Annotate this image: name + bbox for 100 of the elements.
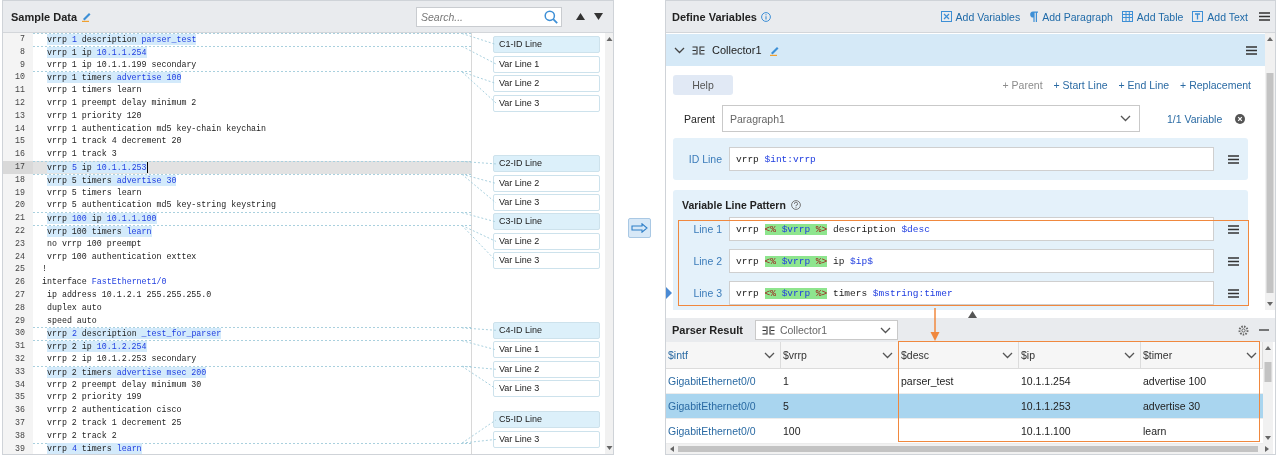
down-triangle-icon[interactable] [594,13,603,20]
add-link[interactable]: + Start Line [1053,79,1108,91]
column-header[interactable]: $ip [1019,342,1141,368]
column-header[interactable]: $intf [666,342,781,368]
add-link[interactable]: Add Paragraph [1042,10,1113,23]
code-line: vrrp 1 ip 10.1.1.199 secondary [45,58,198,71]
code-line: vrrp 2 track 2 [45,429,118,442]
pencil-icon[interactable] [81,11,93,22]
settings-icon[interactable] [1238,324,1249,336]
parent-dropdown[interactable]: Paragraph1 [722,105,1140,132]
chevron-down-icon[interactable] [879,326,891,334]
chevron-down-icon[interactable] [1246,351,1257,359]
scrollbar[interactable] [666,444,1273,454]
column-header[interactable]: $vrrp [781,342,899,368]
table-cell: GigabitEthernet0/0 [668,425,756,437]
line-tag[interactable]: C2-ID Line [493,155,600,173]
collector-icon [761,325,775,335]
code-line: duplex auto [45,301,103,314]
connector-arrow [930,308,940,341]
help-button[interactable]: Help [673,75,733,95]
code-line: vrrp 100 authentication exttex [45,250,198,263]
add-link[interactable]: Add Text [1207,10,1248,23]
line-tag[interactable]: Var Line 3 [493,252,600,270]
chevron-down-icon[interactable] [1002,351,1013,359]
table-cell: 1 [783,375,789,387]
line-tag[interactable]: Var Line 2 [493,174,600,192]
drag-handle-icon[interactable] [1228,224,1239,234]
field-label: Line 2 [692,255,723,267]
line-tag[interactable]: Var Line 3 [493,380,600,398]
field-label: Line 1 [692,223,723,235]
pattern-field[interactable]: vrrp <% $vrrp %> ip $ip$ [729,249,1214,273]
panel-title: Sample Data [11,10,78,23]
variable-count-link[interactable]: 1/1 Variable [1167,112,1223,125]
info-icon[interactable] [761,11,771,22]
add-link[interactable]: Add Table [1136,10,1184,23]
line-number: 15 [3,135,33,149]
drag-handle-icon[interactable] [1228,288,1239,298]
line-number: 26 [3,276,33,289]
apply-arrow-button[interactable] [628,217,651,238]
scrollbar[interactable] [1263,342,1273,444]
chevron-down-icon[interactable] [674,46,685,54]
text-box-icon [1192,11,1204,22]
table-cell: learn [1143,425,1167,437]
collector-dropdown[interactable]: Collector1 [754,320,898,340]
chevron-down-icon[interactable] [1120,115,1131,122]
line-tag[interactable]: Var Line 3 [493,94,600,112]
close-icon[interactable] [1235,113,1246,124]
line-number: 25 [3,263,33,277]
line-tag[interactable]: Var Line 2 [493,360,600,378]
line-tag[interactable]: Var Line 3 [493,194,600,212]
id-line-field[interactable]: vrrp $int:vrrp [729,147,1214,171]
line-tag[interactable]: Var Line 2 [493,232,600,250]
pattern-field[interactable]: vrrp <% $vrrp %> timers $mstring:timer [729,281,1214,305]
code-line: vrrp 1 timers learn [45,84,143,97]
add-link[interactable]: + End Line [1118,79,1170,91]
table-cell: GigabitEthernet0/0 [668,400,756,412]
menu-icon[interactable] [1259,12,1270,21]
help-icon[interactable] [790,200,801,210]
code-line: vrrp 2 priority 199 [45,391,143,404]
field-label: ID Line [687,153,723,165]
line-tag[interactable]: Var Line 2 [493,75,600,92]
chevron-down-icon[interactable] [1124,351,1135,359]
line-tag[interactable]: C1-ID Line [493,36,600,53]
collector-name: Collector1 [712,44,762,56]
chevron-down-icon[interactable] [882,351,893,359]
drag-handle-icon[interactable] [1228,256,1239,266]
scrollbar[interactable] [605,33,613,454]
line-tag[interactable]: C4-ID Line [493,321,600,339]
line-tag[interactable]: Var Line 1 [493,341,600,359]
line-tag[interactable]: C5-ID Line [493,411,600,429]
collector-header[interactable]: Collector1 [666,34,1265,66]
line-number: 7 [3,33,33,46]
scrollbar[interactable] [1265,33,1275,310]
table-row[interactable]: GigabitEthernet0/0 5 10.1.1.253 advertise 30 [666,394,1263,419]
line-tag[interactable]: Var Line 1 [493,55,600,73]
up-triangle-icon[interactable] [576,13,585,20]
line-number: 31 [3,340,33,353]
line-tag[interactable]: Var Line 3 [493,430,600,448]
collector-icon [692,45,705,55]
section-title: Variable Line Pattern [682,199,786,211]
code-line: ip address 10.1.2.1 255.255.255.0 [45,288,213,301]
line-tag[interactable]: C3-ID Line [493,213,600,231]
minimize-icon[interactable] [1259,328,1269,332]
search-icon[interactable] [544,9,558,24]
code-line: vrrp 2 preempt delay minimum 30 [45,378,203,391]
add-link[interactable]: + Replacement [1180,79,1251,91]
pencil-icon[interactable] [768,44,780,56]
x-box-icon [940,11,952,22]
table-cell: 5 [783,400,789,412]
menu-icon[interactable] [1246,45,1257,55]
column-header[interactable]: $desc [899,342,1019,368]
pilcrow-icon [1029,11,1039,22]
chevron-down-icon[interactable] [764,351,775,359]
add-link[interactable]: Add Variables [955,10,1021,23]
pattern-field[interactable]: vrrp <% $vrrp %> description $desc [729,217,1214,241]
code-line: vrrp 2 ip 10.1.2.253 secondary [45,352,198,365]
code-line: no vrrp 100 preempt [45,237,143,250]
search-field[interactable]: Search... [416,6,562,27]
line-number: 35 [3,391,33,405]
drag-handle-icon[interactable] [1228,154,1239,164]
